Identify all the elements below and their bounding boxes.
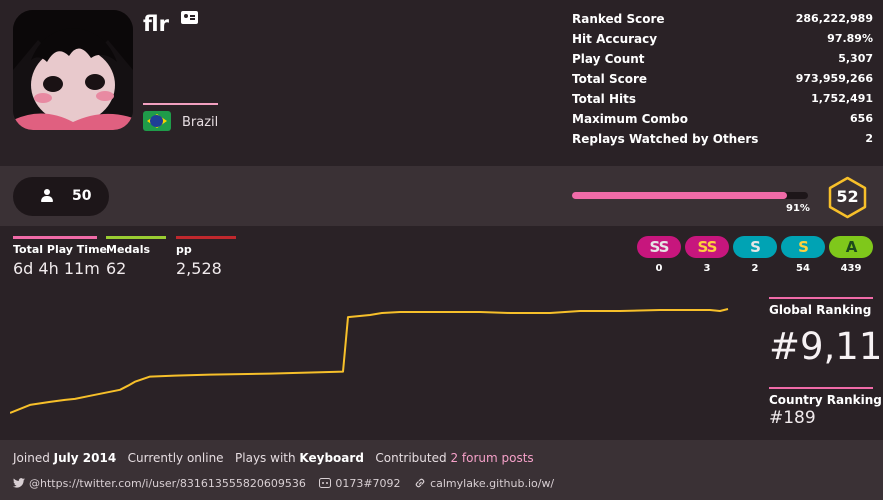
plays-device: Keyboard bbox=[299, 451, 364, 465]
website-url: calmylake.github.io/w/ bbox=[430, 477, 555, 490]
level-progress-label: 91% bbox=[786, 203, 810, 214]
discord-tag: 0173#7092 bbox=[335, 477, 401, 490]
twitter-link[interactable]: @https://twitter.com/i/user/831613555820… bbox=[13, 477, 309, 490]
stat-value: 973,959,266 bbox=[795, 72, 873, 85]
country-name[interactable]: Brazil bbox=[182, 115, 218, 130]
ministat-label: Medals bbox=[106, 243, 151, 256]
ministat-medals: Medals 62 bbox=[106, 236, 166, 278]
joined-date: July 2014 bbox=[53, 451, 117, 465]
profile-footer bbox=[0, 440, 883, 500]
grade-s-gold: S 54 bbox=[781, 236, 825, 274]
discord-icon bbox=[319, 478, 332, 488]
stat-row: Total Score 973,959,266 bbox=[572, 71, 873, 91]
stat-row: Maximum Combo 656 bbox=[572, 111, 873, 131]
online-status: Currently online bbox=[127, 451, 224, 465]
plays-prefix: Plays with bbox=[235, 451, 296, 465]
profile-header: flr Brazil Ranked Score 286,222,989 Hit A… bbox=[0, 0, 883, 166]
global-ranking-divider bbox=[769, 297, 873, 299]
ministat-bar bbox=[106, 236, 166, 239]
twitter-handle: @https://twitter.com/i/user/831613555820… bbox=[29, 477, 306, 490]
link-icon bbox=[415, 478, 425, 488]
profile-info-line: Joined July 2014 Currently online Plays … bbox=[13, 451, 534, 465]
grade-ss-gold: SS 3 bbox=[685, 236, 729, 274]
friend-count: 50 bbox=[72, 188, 92, 204]
grade-badge: S bbox=[781, 236, 825, 258]
country-ranking-label: Country Ranking bbox=[769, 393, 882, 407]
country-divider bbox=[143, 103, 218, 105]
joined-prefix: Joined bbox=[13, 451, 50, 465]
country-ranking-value: #189 bbox=[769, 408, 816, 428]
ministat-value: 6d 4h 11m bbox=[13, 259, 100, 278]
stat-value: 656 bbox=[850, 112, 873, 125]
grade-count: 0 bbox=[655, 263, 663, 274]
website-link[interactable]: calmylake.github.io/w/ bbox=[414, 477, 554, 490]
grade-count: 54 bbox=[796, 263, 810, 274]
stat-row: Total Hits 1,752,491 bbox=[572, 91, 873, 111]
ministat-value: 2,528 bbox=[176, 259, 222, 278]
ministat-value: 62 bbox=[106, 259, 127, 278]
ministat-pp: pp 2,528 bbox=[176, 236, 236, 278]
grade-count: 2 bbox=[751, 263, 759, 274]
grade-ss-silver: SS 0 bbox=[637, 236, 681, 274]
contrib-prefix: Contributed bbox=[375, 451, 447, 465]
level-value: 52 bbox=[836, 187, 859, 206]
stat-row: Play Count 5,307 bbox=[572, 51, 873, 71]
stat-label: Total Hits bbox=[572, 92, 636, 106]
profile-card-icon[interactable] bbox=[181, 11, 198, 24]
level-progress-fill bbox=[572, 192, 787, 199]
ministat-play-time: Total Play Time 6d 4h 11m bbox=[13, 236, 107, 278]
stat-row: Hit Accuracy 97.89% bbox=[572, 31, 873, 51]
grade-count: 439 bbox=[840, 263, 862, 274]
rank-history-graph[interactable] bbox=[10, 290, 750, 420]
stat-row: Ranked Score 286,222,989 bbox=[572, 11, 873, 31]
ministat-bar bbox=[176, 236, 236, 239]
avatar[interactable] bbox=[13, 10, 133, 130]
grade-a: A 439 bbox=[829, 236, 873, 274]
stat-value: 5,307 bbox=[838, 52, 873, 65]
ministat-bar bbox=[13, 236, 97, 239]
grade-s-silver: S 2 bbox=[733, 236, 777, 274]
rank-history-line bbox=[10, 308, 729, 414]
stats-table: Ranked Score 286,222,989 Hit Accuracy 97.8… bbox=[572, 11, 873, 151]
stat-label: Ranked Score bbox=[572, 12, 665, 26]
discord-link[interactable]: 0173#7092 bbox=[319, 477, 404, 490]
level-progress-bar bbox=[572, 192, 808, 199]
grade-badge: S bbox=[733, 236, 777, 258]
twitter-icon bbox=[13, 478, 25, 488]
stat-label: Replays Watched by Others bbox=[572, 132, 759, 146]
stat-value: 1,752,491 bbox=[811, 92, 873, 105]
username: flr bbox=[143, 12, 169, 36]
stat-label: Total Score bbox=[572, 72, 648, 86]
ministat-label: Total Play Time bbox=[13, 243, 107, 256]
stat-label: Play Count bbox=[572, 52, 645, 66]
grade-badge: SS bbox=[685, 236, 729, 258]
flag-globe bbox=[150, 115, 163, 127]
grade-badge: A bbox=[829, 236, 873, 258]
stat-label: Maximum Combo bbox=[572, 112, 689, 126]
user-icon bbox=[41, 189, 53, 202]
ministat-label: pp bbox=[176, 243, 192, 256]
stat-value: 2 bbox=[865, 132, 873, 145]
global-ranking-label: Global Ranking bbox=[769, 303, 872, 317]
stat-row: Replays Watched by Others 2 bbox=[572, 131, 873, 151]
grade-count: 3 bbox=[703, 263, 711, 274]
grade-badge: SS bbox=[637, 236, 681, 258]
stat-label: Hit Accuracy bbox=[572, 32, 658, 46]
forum-posts-link[interactable]: 2 forum posts bbox=[450, 451, 533, 465]
stat-value: 286,222,989 bbox=[795, 12, 873, 25]
country-ranking-divider bbox=[769, 387, 873, 389]
stat-value: 97.89% bbox=[827, 32, 873, 45]
profile-links: @https://twitter.com/i/user/831613555820… bbox=[13, 477, 564, 490]
global-ranking-value: #9,112 bbox=[769, 325, 883, 368]
friends-button[interactable] bbox=[13, 177, 109, 216]
